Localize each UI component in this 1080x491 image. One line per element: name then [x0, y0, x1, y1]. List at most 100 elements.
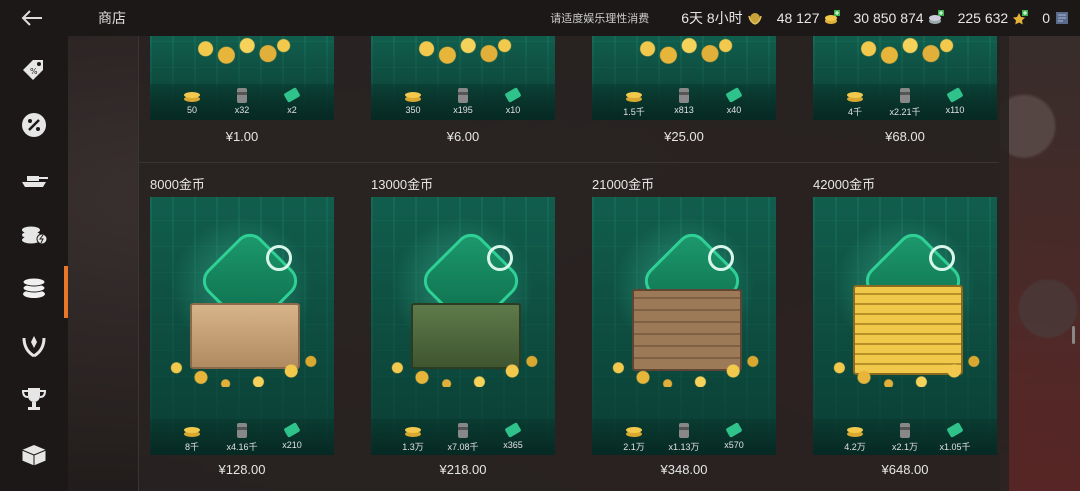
free-xp-balance[interactable]: 225 632	[958, 10, 1029, 26]
ticket-icon	[284, 422, 300, 438]
silver-coins-plus-icon	[928, 10, 944, 24]
gold-offer-card[interactable]: 1.5千 x813 x40 ¥25.00	[592, 36, 776, 146]
offer-title: 42000金币	[813, 177, 876, 192]
back-arrow-icon	[21, 10, 42, 26]
offer-title: 13000金币	[371, 177, 434, 192]
gold-coins-plus-icon	[824, 10, 840, 24]
reward-booster: x1.05千	[937, 421, 973, 453]
offer-image: 50 x32 x2	[150, 36, 334, 120]
ticket-icon	[947, 87, 963, 103]
blueprint-icon	[1056, 12, 1068, 24]
gold-offer-card[interactable]: 13000金币 1.3万 x7.08千 x365 ¥218.00	[371, 174, 555, 477]
gold-coins-icon	[847, 92, 863, 102]
offer-image: 8千 x4.16千 x210	[150, 197, 334, 455]
other-balance[interactable]: 0	[1042, 10, 1070, 26]
rewards-strip: 2.1万 x1.13万 x570	[592, 419, 776, 455]
ticket-icon	[726, 87, 742, 103]
canister-icon	[679, 88, 689, 103]
back-button[interactable]	[0, 0, 64, 36]
gold-coins-image	[381, 323, 545, 387]
premium-time-value: 6天 8小时	[681, 10, 743, 26]
reward-booster: x110	[937, 86, 973, 115]
gold-coins-icon	[626, 427, 642, 437]
top-bar: 商店 请适度娱乐理性消费 6天 8小时 48 127 30 850 874 22…	[0, 0, 1080, 36]
shop-content: 50 x32 x2 ¥1.00 350 x195 x10 ¥6.00 1.5千 …	[139, 36, 1009, 491]
gold-offer-card[interactable]: 350 x195 x10 ¥6.00	[371, 36, 555, 146]
svg-text:%: %	[30, 67, 38, 76]
gold-coins-image	[602, 323, 766, 387]
sidebar-item-vehicles[interactable]	[0, 154, 68, 204]
gold-bars-image	[853, 36, 957, 68]
star-plus-icon	[1013, 10, 1029, 25]
reward-gold: 4.2万	[837, 421, 873, 453]
reward-gold: 1.5千	[616, 86, 652, 118]
coin-stack-bolt-icon	[22, 226, 48, 245]
reward-gold: 2.1万	[616, 421, 652, 453]
price-label: ¥348.00	[660, 462, 708, 477]
premium-wreath-icon	[747, 13, 762, 25]
canister-icon	[237, 88, 247, 103]
sidebar-item-containers[interactable]	[0, 430, 68, 480]
gold-offer-card[interactable]: 4千 x2.21千 x110 ¥68.00	[813, 36, 997, 146]
canister-icon	[237, 423, 247, 438]
canister-icon	[900, 88, 910, 103]
reward-gold: 1.3万	[395, 421, 431, 453]
reward-consumable: x32	[224, 86, 260, 115]
premium-time[interactable]: 6天 8小时	[681, 8, 762, 28]
reward-consumable: x2.1万	[887, 421, 923, 453]
rewards-strip: 8千 x4.16千 x210	[150, 419, 334, 455]
canister-icon	[679, 423, 689, 438]
tank-icon	[22, 176, 48, 187]
page-title: 商店	[98, 10, 126, 26]
silver-balance[interactable]: 30 850 874	[854, 10, 944, 26]
gold-offer-card[interactable]: 21000金币 2.1万 x1.13万 x570 ¥348.00	[592, 174, 776, 477]
wreath-icon	[22, 336, 46, 358]
reward-gold: 50	[174, 86, 210, 115]
gold-balance[interactable]: 48 127	[777, 10, 840, 26]
row-separator	[139, 162, 999, 163]
offer-title: 8000金币	[150, 177, 205, 192]
gold-coins-icon	[626, 92, 642, 102]
gold-coins-image	[823, 323, 987, 387]
reward-booster: x570	[716, 421, 752, 450]
reward-consumable: x4.16千	[224, 421, 260, 453]
reward-gold: 4千	[837, 86, 873, 118]
sidebar-item-sale[interactable]	[0, 100, 68, 150]
rewards-strip: 4.2万 x2.1万 x1.05千	[813, 419, 997, 455]
sidebar-item-premium[interactable]	[0, 320, 68, 370]
gold-coins-image	[190, 36, 294, 68]
offer-image: 4.2万 x2.1万 x1.05千	[813, 197, 997, 455]
gold-offer-card[interactable]: 50 x32 x2 ¥1.00	[150, 36, 334, 146]
offer-image: 350 x195 x10	[371, 36, 555, 120]
silver-balance-value: 30 850 874	[853, 10, 924, 26]
free-xp-value: 225 632	[957, 10, 1009, 26]
ticket-icon	[505, 87, 521, 103]
scrollbar-thumb[interactable]	[1072, 326, 1075, 344]
gold-coins-image	[632, 36, 736, 68]
price-label: ¥128.00	[218, 462, 266, 477]
offer-image: 2.1万 x1.13万 x570	[592, 197, 776, 455]
rewards-strip: 350 x195 x10	[371, 84, 555, 120]
reward-consumable: x1.13万	[666, 421, 702, 453]
price-label: ¥25.00	[664, 129, 704, 144]
sidebar-item-gold[interactable]	[0, 262, 68, 318]
rewards-strip: 50 x32 x2	[150, 84, 334, 120]
sidebar-item-achievements[interactable]	[0, 374, 68, 424]
reward-booster: x365	[495, 421, 531, 450]
gold-coins-icon	[847, 427, 863, 437]
sidebar-item-discount-tags[interactable]: %	[0, 46, 68, 96]
trophy-icon	[21, 388, 47, 410]
gold-offer-card[interactable]: 42000金币 4.2万 x2.1万 x1.05千 ¥648.00	[813, 174, 997, 477]
reward-booster: x210	[274, 421, 310, 450]
price-label: ¥218.00	[439, 462, 487, 477]
sidebar-item-currency-exchange[interactable]	[0, 208, 68, 258]
gold-coins-image	[411, 36, 515, 68]
ticket-icon	[505, 422, 521, 438]
rewards-strip: 1.3万 x7.08千 x365	[371, 419, 555, 455]
price-label: ¥6.00	[446, 129, 480, 144]
gold-coins-icon	[405, 92, 421, 102]
gold-offer-card[interactable]: 8000金币 8千 x4.16千 x210 ¥128.00	[150, 174, 334, 477]
canister-icon	[458, 88, 468, 103]
gold-coins-icon	[405, 427, 421, 437]
price-label: ¥68.00	[885, 129, 925, 144]
